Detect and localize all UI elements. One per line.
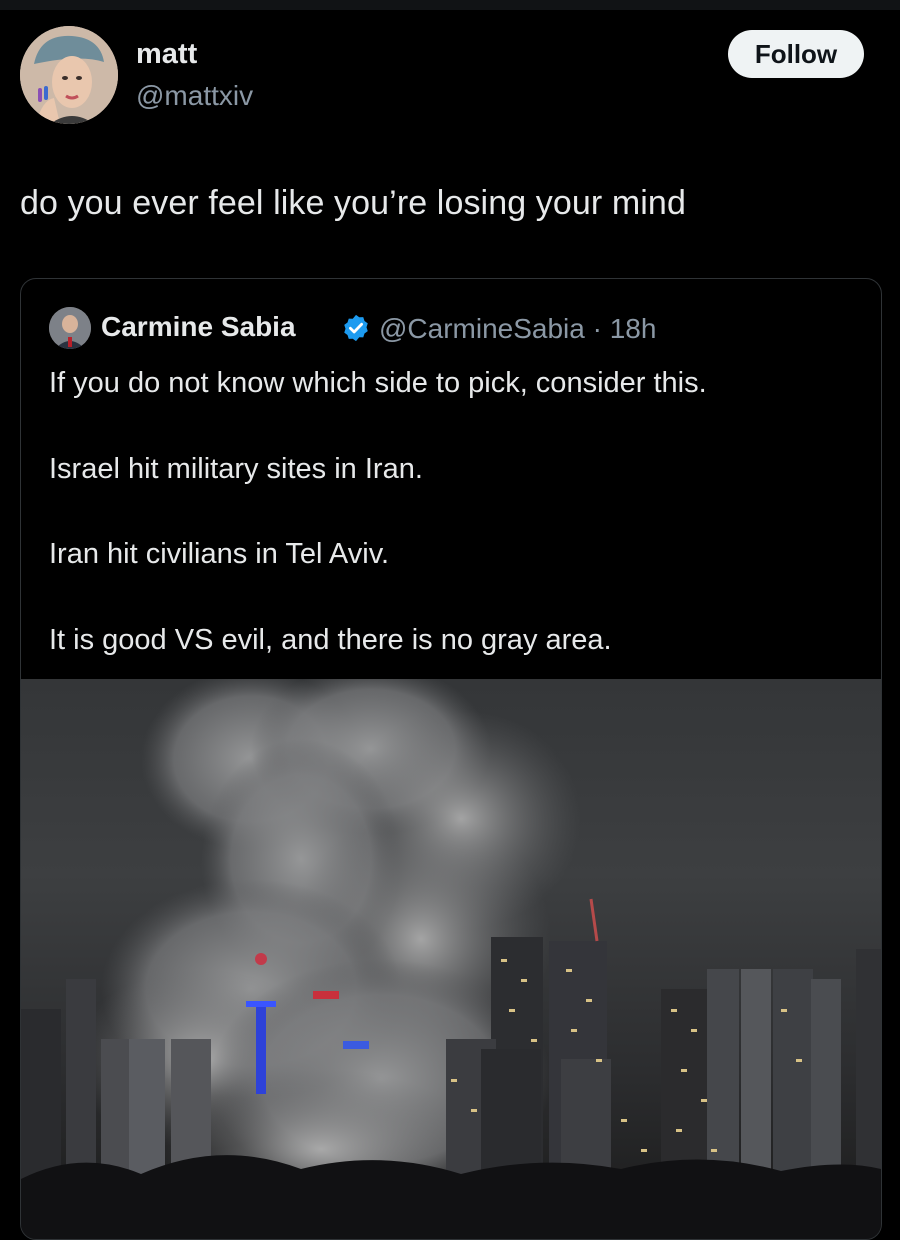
author-display-name[interactable]: matt [136, 38, 197, 71]
city-smoke-photo [21, 679, 881, 1239]
quoted-tweet-image[interactable] [21, 679, 881, 1239]
author-handle[interactable]: @mattxiv [136, 80, 253, 112]
quoted-tweet-line: Israel hit military sites in Iran. [49, 453, 423, 485]
quoted-author-avatar-image [49, 307, 91, 349]
quoted-author-handle-time[interactable]: @CarmineSabia · 18h [379, 313, 656, 345]
quoted-author-avatar[interactable] [49, 307, 91, 349]
author-avatar-image [20, 26, 118, 124]
quoted-tweet-line: If you do not know which side to pick, c… [49, 367, 707, 399]
quoted-tweet-line: Iran hit civilians in Tel Aviv. [49, 538, 390, 570]
follow-button[interactable]: Follow [728, 30, 864, 78]
quoted-tweet-card[interactable]: Carmine Sabia @CarmineSabia · 18h If you… [20, 278, 882, 1240]
quoted-tweet-line: It is good VS evil, and there is no gray… [49, 624, 612, 656]
top-status-bar [0, 0, 900, 10]
quoted-author-name[interactable]: Carmine Sabia [101, 311, 296, 343]
verified-badge-icon [344, 314, 368, 342]
tweet-text: do you ever feel like you’re losing your… [20, 184, 686, 222]
author-avatar[interactable] [20, 26, 118, 124]
